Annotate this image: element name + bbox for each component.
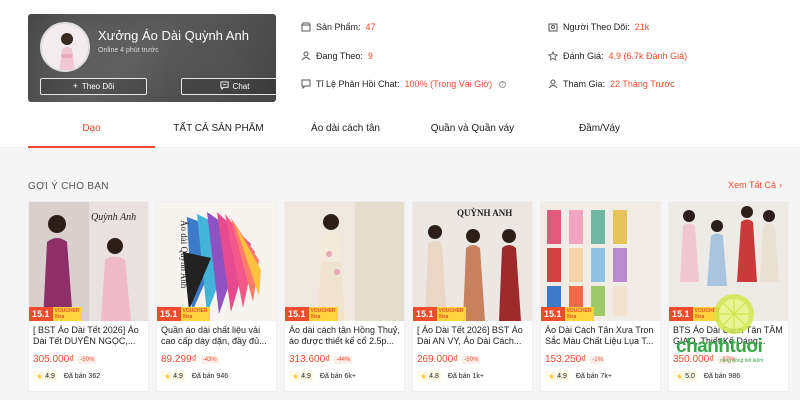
star-icon: ★	[292, 372, 300, 381]
help-icon[interactable]: ?	[499, 80, 507, 88]
rating-badge: ★ 5.0	[673, 371, 698, 382]
shop-card: Xưởng Áo Dài Quỳnh Anh Online 4 phút trư…	[28, 14, 276, 102]
shop-tabs: Dạo TẤT CẢ SẢN PHẨM Áo dài cách tân Quần…	[0, 110, 800, 148]
promo-badge: 15.1 VOUCHER Xtra	[669, 307, 722, 321]
product-card[interactable]: Áo dài Quỳnh Anh 15.1 VOUCHER Xtra Quần á…	[156, 201, 277, 392]
product-price: 269.000₫	[417, 354, 459, 365]
product-card[interactable]: 15.1 VOUCHER Xtra Áo dài cách tân Hồng Th…	[284, 201, 405, 392]
product-card[interactable]: 15.1 VOUCHER Xtra Áo Dài Cách Tân Xưa Tro…	[540, 201, 661, 392]
product-price: 350.000₫	[673, 354, 715, 365]
tab-all-products[interactable]: TẤT CẢ SẢN PHẨM	[155, 110, 282, 148]
star-icon: ★	[164, 372, 172, 381]
product-title: Áo dài cách tân Hồng Thuỷ, áo được thiết…	[289, 325, 400, 346]
followers-icon	[548, 22, 558, 32]
chat-label: Chat	[232, 82, 250, 91]
product-title: Áo Dài Cách Tân Xưa Tron Sắc Màu Chất Li…	[545, 325, 654, 346]
rating-badge: ★ 4.8	[417, 371, 442, 382]
chat-icon	[301, 79, 311, 90]
product-price: 313.600₫	[289, 354, 331, 365]
discount-badge: -44%	[334, 355, 353, 364]
chevron-right-icon: ›	[779, 180, 782, 190]
section-title: GỢI Ý CHO BẠN	[28, 181, 109, 192]
product-image: 15.1 VOUCHER Xtra	[285, 202, 404, 321]
sold-count: Đã bán 7k+	[575, 373, 612, 380]
sold-count: Đã bán 1k+	[447, 373, 484, 380]
promo-badge: 15.1 VOUCHER Xtra	[541, 307, 594, 321]
star-icon: ★	[420, 372, 428, 381]
follow-button[interactable]: + Theo Dõi	[40, 78, 147, 95]
promo-badge: 15.1 VOUCHER Xtra	[157, 307, 210, 321]
followers-count: 21k	[634, 22, 650, 32]
products-count: 47	[365, 22, 376, 32]
sold-count: Đã bán 362	[63, 373, 101, 380]
star-icon: ★	[548, 372, 556, 381]
sold-count: Đã bán 986	[703, 373, 741, 380]
tab-ao-dai-cach-tan[interactable]: Áo dài cách tân	[282, 110, 409, 148]
discount-badge: -1%	[590, 355, 605, 364]
joined-value: 22 Tháng Trước	[610, 79, 675, 89]
store-icon	[301, 22, 311, 32]
discount-badge: -27%	[718, 355, 737, 364]
product-title: BTS Áo Dài Cách Tân TÂM GIAO, Thiết Kế D…	[673, 325, 783, 346]
product-card[interactable]: Quỳnh Anh 15.1 VOUCHER Xtra [ BST Áo Dài …	[28, 201, 149, 392]
brand-text: Áo dài Quỳnh Anh	[179, 220, 189, 289]
follow-label: Theo Dõi	[81, 82, 115, 91]
following-count: 9	[367, 51, 373, 61]
see-all-link[interactable]: Xem Tất Cả ›	[728, 180, 782, 190]
product-price: 153.250₫	[545, 354, 587, 365]
product-image: Quỳnh Anh 15.1 VOUCHER Xtra	[29, 202, 148, 321]
discount-badge: -50%	[462, 355, 481, 364]
stat-following: Đang Theo: 9	[301, 51, 373, 61]
product-title: [ BST Áo Dài Tết 2026] Áo Dài Tết DUYÊN …	[33, 325, 139, 346]
rating-badge: ★ 4.9	[289, 371, 314, 382]
stat-rating: Đánh Giá: 4.9 (6.7k Đánh Giá)	[547, 50, 688, 61]
shop-header: Xưởng Áo Dài Quỳnh Anh Online 4 phút trư…	[0, 0, 800, 110]
product-price: 89.299₫	[161, 354, 197, 365]
product-image: Áo dài Quỳnh Anh 15.1 VOUCHER Xtra	[157, 202, 276, 321]
product-image: QUỲNH ANH 15.1 VOUCHER Xtra	[413, 202, 532, 321]
star-icon: ★	[676, 372, 684, 381]
rating-badge: ★ 4.9	[161, 371, 186, 382]
tab-dao[interactable]: Dạo	[28, 110, 155, 148]
chat-button[interactable]: Chat	[181, 78, 276, 95]
star-outline-icon	[547, 50, 559, 61]
product-price: 305.000₫	[33, 354, 75, 365]
brand-text: QUỲNH ANH	[457, 208, 512, 218]
discount-badge: -50%	[78, 355, 97, 364]
discount-badge: -43%	[200, 355, 219, 364]
user-icon	[301, 51, 311, 61]
rating-badge: ★ 4.9	[33, 371, 58, 382]
chat-bubble-icon	[219, 81, 229, 92]
product-grid: Quỳnh Anh 15.1 VOUCHER Xtra [ BST Áo Dài …	[28, 201, 789, 400]
shop-online-status: Online 4 phút trước	[98, 47, 159, 54]
tab-dam-vay[interactable]: Đầm/Váy	[536, 110, 663, 148]
stat-chat-rate: Tỉ Lệ Phản Hồi Chat: 100% (Trong Vài Giờ…	[301, 79, 507, 90]
sold-count: Đã bán 946	[191, 373, 229, 380]
product-card[interactable]: QUỲNH ANH 15.1 VOUCHER Xtra [ Áo Dài Tết …	[412, 201, 533, 392]
product-card[interactable]: 15.1 VOUCHER Xtra BTS Áo Dài Cách Tân TÂM…	[668, 201, 789, 392]
promo-badge: 15.1 VOUCHER Xtra	[29, 307, 82, 321]
stat-followers: Người Theo Dõi: 21k	[548, 22, 649, 32]
star-icon: ★	[36, 372, 44, 381]
product-image: 15.1 VOUCHER Xtra	[669, 202, 788, 321]
shop-avatar[interactable]	[40, 22, 90, 72]
brand-text: Quỳnh Anh	[91, 212, 136, 223]
tab-quan-va-quan-vay[interactable]: Quần và Quần váy	[409, 110, 536, 148]
sold-count: Đã bán 6k+	[319, 373, 356, 380]
product-title: [ Áo Dài Tết 2026] BST Áo Dài AN VY, Áo …	[417, 325, 523, 346]
rating-value: 4.9 (6.7k Đánh Giá)	[608, 51, 688, 61]
stat-joined: Tham Gia: 22 Tháng Trước	[548, 79, 675, 89]
product-title: Quần áo dài chất liệu vải cao cấp dày dặ…	[161, 325, 267, 346]
user-joined-icon	[548, 79, 558, 89]
chat-rate-value: 100% (Trong Vài Giờ)	[404, 79, 493, 89]
product-image: 15.1 VOUCHER Xtra	[541, 202, 660, 321]
stat-products: Sản Phẩm: 47	[301, 22, 376, 32]
shop-name: Xưởng Áo Dài Quỳnh Anh	[98, 28, 249, 43]
promo-badge: 15.1 VOUCHER Xtra	[413, 307, 466, 321]
rating-badge: ★ 4.9	[545, 371, 570, 382]
promo-badge: 15.1 VOUCHER Xtra	[285, 307, 338, 321]
plus-icon: +	[72, 81, 78, 91]
